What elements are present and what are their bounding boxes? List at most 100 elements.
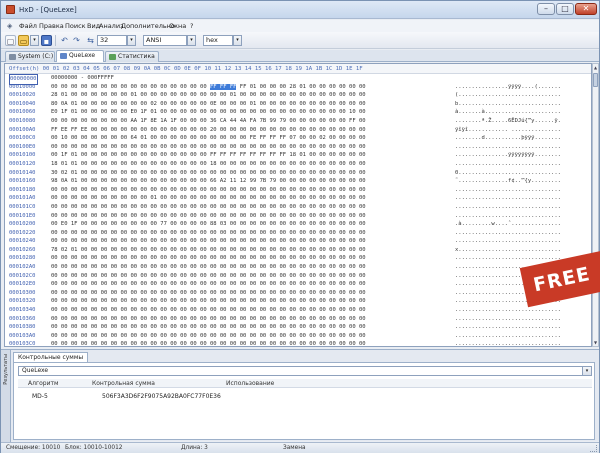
hex-bytes[interactable]: 00 00 00 00 00 00 00 00 00 00 00 00 00 0…: [51, 237, 366, 246]
save-icon[interactable]: ▪: [41, 35, 52, 46]
bytes-per-row-field[interactable]: 32: [97, 35, 127, 46]
menu-help[interactable]: ?: [190, 22, 193, 30]
header-algorithm[interactable]: Алгоритм: [28, 380, 59, 387]
hex-row[interactable]: 00010060 E0 1F 01 00 00 00 00 00 E0 1F 01…: [5, 108, 591, 117]
hex-bytes[interactable]: 00 00 00 00 00 00 00 00 00 00 00 00 00 0…: [51, 212, 366, 221]
offset-base-dropdown[interactable]: ▾: [233, 35, 242, 46]
scroll-thumb[interactable]: [593, 73, 598, 87]
hex-row[interactable]: 00000000 00000000 - 000FFFFF: [5, 74, 591, 85]
checksum-row-algorithm[interactable]: MD-5: [32, 393, 48, 400]
hex-ascii[interactable]: ˜...............f¢..™{y.........: [455, 177, 561, 186]
hex-ascii[interactable]: ................................: [455, 203, 561, 212]
hex-bytes[interactable]: 00 00 00 00 00 00 00 00 00 00 00 00 00 0…: [51, 315, 366, 324]
hex-ascii[interactable]: ................................: [455, 323, 561, 332]
hex-bytes[interactable]: 00 1F 01 00 00 00 00 00 00 00 00 00 00 0…: [51, 151, 366, 160]
hex-bytes[interactable]: 00 00 00 00 00 00 00 00 00 00 00 00 00 0…: [51, 263, 366, 272]
hex-bytes[interactable]: 00 00 00 00 00 00 00 00 00 00 00 00 00 0…: [51, 143, 366, 152]
hex-ascii[interactable]: (...............................: [455, 91, 561, 100]
hex-row[interactable]: 00010120 18 01 01 00 00 00 00 00 00 00 00…: [5, 160, 591, 169]
hex-bytes[interactable]: 00 00 00 00 00 00 00 00 00 00 00 00 00 0…: [51, 203, 366, 212]
hex-bytes[interactable]: FF EE FF EE 00 00 00 00 00 00 00 00 00 0…: [51, 126, 366, 135]
hex-bytes[interactable]: 98 0A 01 00 00 00 00 00 00 00 00 00 00 0…: [51, 177, 366, 186]
hex-row[interactable]: 00010360 00 00 00 00 00 00 00 00 00 00 00…: [5, 315, 591, 324]
hex-ascii[interactable]: ................................: [455, 143, 561, 152]
hex-ascii[interactable]: 0...............................: [455, 169, 561, 178]
results-side-tab[interactable]: Результаты: [1, 350, 11, 442]
hex-row[interactable]: 00010140 30 02 01 00 00 00 00 00 00 00 00…: [5, 169, 591, 178]
hex-bytes[interactable]: 00000000 - 000FFFFF: [51, 74, 114, 83]
hex-bytes[interactable]: 00 00 00 00 00 00 00 00 00 00 00 00 00 0…: [51, 254, 366, 263]
hex-bytes[interactable]: 00 00 00 00 00 00 00 00 00 00 00 00 00 0…: [51, 306, 366, 315]
hex-ascii[interactable]: ................................: [455, 229, 561, 238]
hex-ascii[interactable]: ................................: [455, 306, 561, 315]
hex-row[interactable]: 00010080 00 00 00 00 00 00 00 00 AA 1F 8E…: [5, 117, 591, 126]
hex-ascii[interactable]: .à.........w....ˆ...............: [455, 220, 561, 229]
hex-row[interactable]: 000103C0 00 00 00 00 00 00 00 00 00 00 00…: [5, 340, 591, 346]
tab-quelexe[interactable]: QueLexe: [56, 50, 104, 62]
hex-ascii[interactable]: ........ª.Ž.....6ÊDJú{™y......ÿ.: [455, 117, 561, 126]
hex-bytes[interactable]: 80 0A 01 00 00 00 00 00 00 00 02 00 00 0…: [51, 100, 366, 109]
hex-ascii[interactable]: b...............................: [455, 100, 561, 109]
hex-row[interactable]: 00010280 00 00 00 00 00 00 00 00 00 00 00…: [5, 254, 591, 263]
bytes-per-row-dropdown[interactable]: ▾: [127, 35, 136, 46]
chevron-down-icon[interactable]: ▾: [582, 367, 591, 375]
hex-row[interactable]: 00010100 00 1F 01 00 00 00 00 00 00 00 00…: [5, 151, 591, 160]
hex-bytes[interactable]: 18 01 01 00 00 00 00 00 00 00 00 00 00 0…: [51, 160, 366, 169]
hex-row[interactable]: 000101E0 00 00 00 00 00 00 00 00 00 00 00…: [5, 212, 591, 221]
title-bar[interactable]: HxD - [QueLexe] – □ ✕: [1, 1, 599, 19]
hex-vertical-scrollbar[interactable]: ▲ ▼: [592, 63, 599, 347]
hex-row[interactable]: 00010000 00 00 00 00 00 00 00 00 00 00 00…: [5, 83, 591, 92]
hex-row[interactable]: 000102E0 00 00 00 00 00 00 00 00 00 00 00…: [5, 280, 591, 289]
menu-edit[interactable]: Правка: [39, 22, 64, 30]
hex-bytes[interactable]: 00 00 00 00 00 00 00 00 00 00 00 00 00 0…: [51, 340, 366, 346]
hex-ascii[interactable]: à.......à.......................: [455, 108, 561, 117]
hex-row[interactable]: 00010340 00 00 00 00 00 00 00 00 00 00 00…: [5, 306, 591, 315]
hex-row[interactable]: 00010020 28 01 00 00 00 00 00 00 01 00 00…: [5, 91, 591, 100]
hex-row[interactable]: 00010300 00 00 00 00 00 00 00 00 00 00 00…: [5, 289, 591, 298]
hex-row[interactable]: 00010260 78 02 01 00 00 00 00 00 00 00 00…: [5, 246, 591, 255]
hex-row[interactable]: 00010160 98 0A 01 00 00 00 00 00 00 00 00…: [5, 177, 591, 186]
header-checksum[interactable]: Контрольная сумма: [92, 380, 155, 387]
hex-ascii[interactable]: ................................: [455, 186, 561, 195]
hex-ascii[interactable]: ................ÿÿÿÿ....(.......: [455, 83, 561, 92]
hex-row[interactable]: 000102A0 00 00 00 00 00 00 00 00 00 00 00…: [5, 263, 591, 272]
hex-row[interactable]: 00010240 00 00 00 00 00 00 00 00 00 00 00…: [5, 237, 591, 246]
tab-system-drive[interactable]: System (C:): [5, 51, 55, 62]
hex-ascii[interactable]: ................ÿÿÿÿÿÿÿÿ........: [455, 151, 561, 160]
hex-ascii[interactable]: ................................: [455, 194, 561, 203]
header-usage[interactable]: Использование: [226, 380, 274, 387]
hex-bytes[interactable]: 28 01 00 00 00 00 00 00 01 00 00 00 00 0…: [51, 91, 366, 100]
maximize-button[interactable]: □: [556, 3, 574, 15]
hex-bytes[interactable]: 00 00 00 00 00 00 00 00 00 00 00 00 00 0…: [51, 83, 366, 92]
menu-search[interactable]: Поиск: [65, 22, 86, 30]
hex-bytes[interactable]: 00 00 00 00 00 00 00 00 00 00 00 00 00 0…: [51, 280, 366, 289]
charset-dropdown[interactable]: ▾: [187, 35, 196, 46]
menu-analysis[interactable]: Анализ: [99, 22, 124, 30]
minimize-button[interactable]: –: [537, 3, 555, 15]
menu-extras[interactable]: Дополнительно: [121, 22, 175, 30]
hex-bytes[interactable]: 00 00 00 00 00 00 00 00 00 00 00 00 00 0…: [51, 289, 366, 298]
hex-bytes[interactable]: E0 1F 01 00 00 00 00 00 E0 1F 01 00 00 0…: [51, 108, 366, 117]
checksum-row-value[interactable]: 506F3A3D6F2F9075A92BA0FC77F0E36: [102, 393, 221, 400]
hex-bytes[interactable]: 00 00 00 00 00 00 00 00 00 00 00 00 00 0…: [51, 297, 366, 306]
offset-base-select[interactable]: hex: [203, 35, 233, 46]
hex-ascii[interactable]: ........d...........þÿÿÿ........: [455, 134, 561, 143]
hex-ascii[interactable]: ................................: [455, 315, 561, 324]
hex-row[interactable]: 000103A0 00 00 00 00 00 00 00 00 00 00 00…: [5, 332, 591, 341]
hex-bytes[interactable]: 00 00 00 00 00 00 00 00 00 00 00 00 00 0…: [51, 186, 366, 195]
hex-editor[interactable]: Offset(h) 00 01 02 03 04 05 06 07 08 09 …: [4, 63, 592, 347]
hex-row[interactable]: 00010180 00 00 00 00 00 00 00 00 00 00 00…: [5, 186, 591, 195]
hex-row[interactable]: 000101C0 00 00 00 00 00 00 00 00 00 00 00…: [5, 203, 591, 212]
hex-ascii[interactable]: ................................: [455, 332, 561, 341]
hex-row[interactable]: 000102C0 00 00 00 00 00 00 00 00 00 00 00…: [5, 272, 591, 281]
hex-bytes[interactable]: 78 02 01 00 00 00 00 00 00 00 00 00 00 0…: [51, 246, 366, 255]
hex-ascii[interactable]: ................................: [455, 340, 561, 346]
close-button[interactable]: ✕: [575, 3, 597, 15]
hex-row[interactable]: 00010320 00 00 00 00 00 00 00 00 00 00 00…: [5, 297, 591, 306]
hex-row[interactable]: 00010200 00 E0 1F 00 00 00 00 00 00 00 00…: [5, 220, 591, 229]
hex-bytes[interactable]: 00 00 00 00 00 00 00 00 00 00 01 00 00 0…: [51, 194, 366, 203]
resize-grip-icon[interactable]: [590, 445, 597, 452]
undo-icon[interactable]: ↶: [59, 35, 70, 46]
hex-ascii[interactable]: ................................: [455, 212, 561, 221]
charset-select[interactable]: ANSI: [143, 35, 187, 46]
